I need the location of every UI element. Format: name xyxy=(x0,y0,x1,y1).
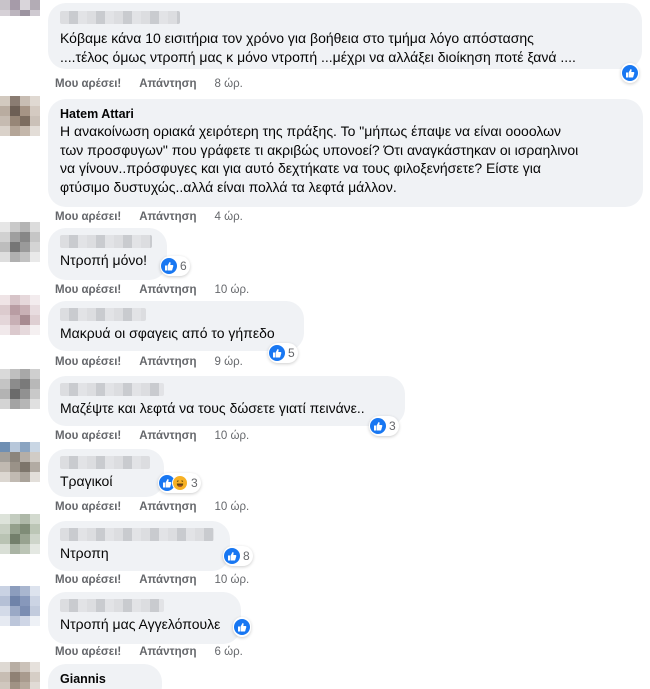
comment-actions: Μου αρέσει! Απάντηση 4 ώρ. xyxy=(55,210,243,224)
comment-text: Ντροπή μόνο! xyxy=(60,252,148,268)
redacted-author-name xyxy=(60,528,214,541)
comment-bubble: Ντροπή μόνο! xyxy=(48,228,167,280)
like-button[interactable]: Μου αρέσει! xyxy=(55,574,121,586)
comment-author[interactable] xyxy=(60,11,630,27)
comment-actions: Μου αρέσει! Απάντηση 6 ώρ. xyxy=(55,645,243,659)
avatar[interactable] xyxy=(0,96,40,136)
reaction-summary[interactable]: 3 xyxy=(158,473,201,493)
comment-actions: Μου αρέσει! Απάντηση 10 ώρ. xyxy=(55,429,249,443)
reply-button[interactable]: Απάντηση xyxy=(139,356,196,368)
comment-actions: Μου αρέσει! Απάντηση 8 ώρ. xyxy=(55,77,243,91)
reply-button[interactable]: Απάντηση xyxy=(139,211,196,223)
reply-button[interactable]: Απάντηση xyxy=(139,78,196,90)
avatar[interactable] xyxy=(0,586,40,626)
like-reaction-icon xyxy=(269,345,285,361)
reaction-summary[interactable]: 5 xyxy=(268,343,298,363)
redacted-author-name xyxy=(60,11,180,24)
comment-text: Ντροπη xyxy=(60,545,109,561)
reaction-count: 6 xyxy=(180,259,187,273)
reaction-summary[interactable] xyxy=(233,617,251,637)
comment-bubble: Hatem Attari Η ανακοίνωση οριακά χειρότε… xyxy=(48,99,643,207)
reply-button[interactable]: Απάντηση xyxy=(139,646,196,658)
avatar[interactable] xyxy=(0,0,40,16)
comment-author[interactable]: Hatem Attari xyxy=(60,106,631,122)
reaction-count: 5 xyxy=(288,346,295,360)
like-button[interactable]: Μου αρέσει! xyxy=(55,356,121,368)
comment-author[interactable] xyxy=(60,456,152,472)
avatar[interactable] xyxy=(0,222,40,262)
timestamp[interactable]: 6 ώρ. xyxy=(215,646,243,658)
reply-button[interactable]: Απάντηση xyxy=(139,574,196,586)
redacted-author-name xyxy=(60,599,164,612)
comment-bubble: Ντροπη xyxy=(48,521,230,571)
comment-author[interactable] xyxy=(60,383,393,399)
avatar[interactable] xyxy=(0,662,40,689)
redacted-author-name xyxy=(60,308,146,321)
reply-button[interactable]: Απάντηση xyxy=(139,501,196,513)
comment-text: Μαζέψτε και λεφτά να τους δώσετε γιατί π… xyxy=(60,400,365,416)
reaction-summary[interactable] xyxy=(621,63,639,83)
like-button[interactable]: Μου αρέσει! xyxy=(55,646,121,658)
comment-author[interactable] xyxy=(60,308,292,324)
comment-bubble: Ντροπή μας Αγγελόπουλε xyxy=(48,592,241,644)
comment-bubble: Μαζέψτε και λεφτά να τους δώσετε γιατί π… xyxy=(48,376,405,426)
comment-author[interactable] xyxy=(60,599,229,615)
comment-actions: Μου αρέσει! Απάντηση 10 ώρ. xyxy=(55,500,249,514)
reaction-summary[interactable]: 8 xyxy=(223,546,253,566)
comment-text: Η ανακοίνωση οριακά χειρότερη της πράξης… xyxy=(60,123,579,195)
reaction-summary[interactable]: 3 xyxy=(369,416,399,436)
timestamp[interactable]: 10 ώρ. xyxy=(215,284,250,296)
like-button[interactable]: Μου αρέσει! xyxy=(55,430,121,442)
reaction-count: 3 xyxy=(191,476,198,490)
like-reaction-icon xyxy=(622,65,638,81)
timestamp[interactable]: 9 ώρ. xyxy=(215,356,243,368)
comment-bubble: Μακρυά οι σφαγεις από το γήπεδο xyxy=(48,301,304,351)
reply-button[interactable]: Απάντηση xyxy=(139,284,196,296)
comment-author[interactable] xyxy=(60,528,218,544)
like-button[interactable]: Μου αρέσει! xyxy=(55,211,121,223)
avatar[interactable] xyxy=(0,369,40,409)
comment-author[interactable] xyxy=(60,235,155,251)
timestamp[interactable]: 4 ώρ. xyxy=(215,211,243,223)
like-reaction-icon xyxy=(370,418,386,434)
reaction-summary[interactable]: 6 xyxy=(160,256,190,276)
comment-bubble: Κόβαμε κάνα 10 εισιτήρια τον χρόνο για β… xyxy=(48,3,642,69)
comment-text: Ντροπή μας Αγγελόπουλε xyxy=(60,616,221,632)
comment-text: Μακρυά οι σφαγεις από το γήπεδο xyxy=(60,325,275,341)
comment-bubble: Giannis KampPo xyxy=(48,664,162,689)
comment-actions: Μου αρέσει! Απάντηση 9 ώρ. xyxy=(55,355,243,369)
timestamp[interactable]: 10 ώρ. xyxy=(215,430,250,442)
comment-text: Κόβαμε κάνα 10 εισιτήρια τον χρόνο για β… xyxy=(60,30,576,65)
redacted-author-name xyxy=(60,456,150,469)
avatar[interactable] xyxy=(0,514,40,554)
avatar[interactable] xyxy=(0,295,40,335)
comment-actions: Μου αρέσει! Απάντηση 10 ώρ. xyxy=(55,573,249,587)
comment-text: Τραγικοί xyxy=(60,473,113,489)
comment-author[interactable]: Giannis KampPo xyxy=(60,671,150,689)
reaction-count: 3 xyxy=(389,419,396,433)
timestamp[interactable]: 10 ώρ. xyxy=(215,501,250,513)
like-button[interactable]: Μου αρέσει! xyxy=(55,284,121,296)
timestamp[interactable]: 8 ώρ. xyxy=(215,78,243,90)
like-reaction-icon xyxy=(234,619,250,635)
reply-button[interactable]: Απάντηση xyxy=(139,430,196,442)
haha-reaction-icon xyxy=(172,475,188,491)
comment-actions: Μου αρέσει! Απάντηση 10 ώρ. xyxy=(55,283,249,297)
redacted-author-name xyxy=(60,235,152,248)
timestamp[interactable]: 10 ώρ. xyxy=(215,574,250,586)
avatar[interactable] xyxy=(0,442,40,482)
like-button[interactable]: Μου αρέσει! xyxy=(55,501,121,513)
like-button[interactable]: Μου αρέσει! xyxy=(55,78,121,90)
like-reaction-icon xyxy=(224,548,240,564)
reaction-count: 8 xyxy=(243,549,250,563)
like-reaction-icon xyxy=(161,258,177,274)
comment-bubble: Τραγικοί xyxy=(48,449,164,497)
redacted-author-name xyxy=(60,383,164,396)
